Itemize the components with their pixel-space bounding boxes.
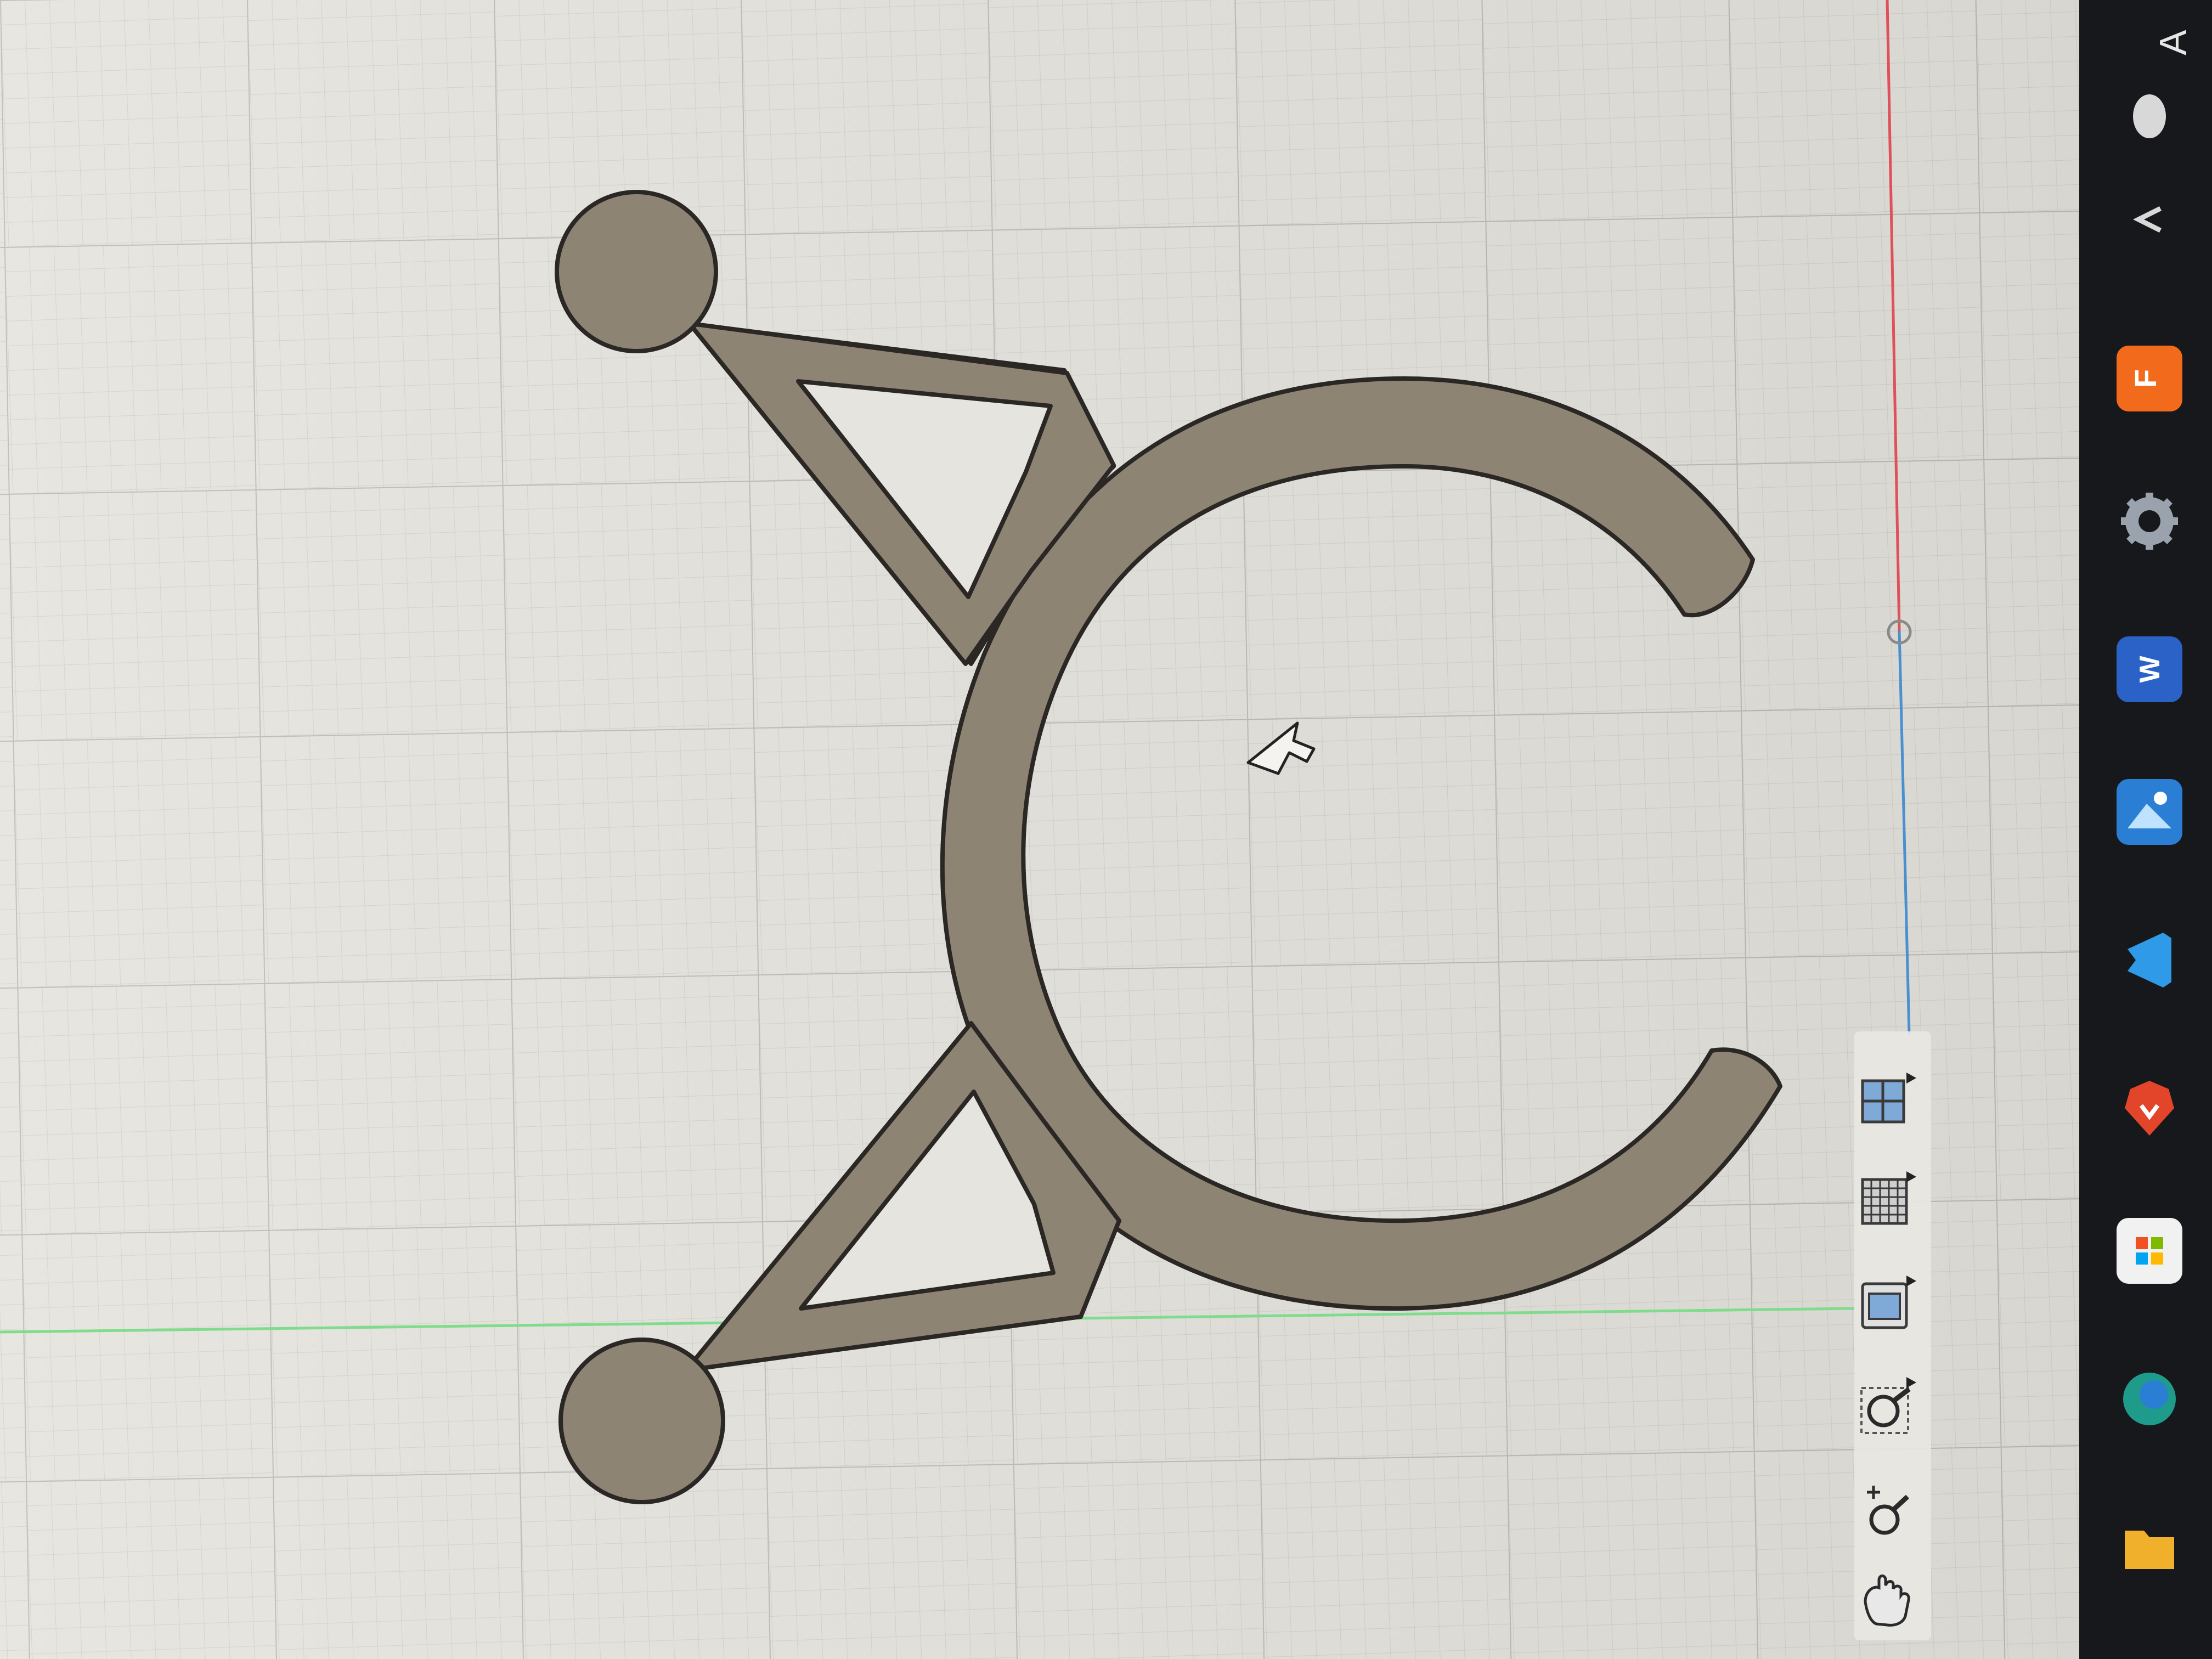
lower-knob[interactable] xyxy=(558,1338,725,1504)
zoom-button[interactable] xyxy=(1857,1481,1923,1542)
settings-gear-icon[interactable] xyxy=(2117,488,2182,554)
taskbar-partial-label: A xyxy=(2152,30,2194,55)
quad-view-icon xyxy=(1861,1073,1916,1124)
svg-text:W: W xyxy=(2134,656,2166,683)
screen-glare xyxy=(0,0,2079,1659)
fusion-360-icon[interactable]: F xyxy=(2117,346,2182,411)
file-explorer-icon[interactable] xyxy=(2117,1514,2182,1580)
vscode-icon[interactable] xyxy=(2117,927,2182,993)
mouse-cursor xyxy=(1246,721,1316,775)
zoom-icon xyxy=(1867,1486,1910,1535)
hand-pan-icon xyxy=(1864,1575,1910,1627)
microsoft-store-icon[interactable] xyxy=(2117,1218,2182,1284)
photos-icon[interactable] xyxy=(2117,779,2182,845)
grid-settings-button[interactable] xyxy=(1857,1169,1923,1229)
display-settings-button[interactable] xyxy=(1857,1273,1923,1333)
fusion-label: F xyxy=(2128,369,2163,388)
upper-knob[interactable] xyxy=(555,190,718,353)
word-icon[interactable]: W xyxy=(2117,636,2182,702)
zoom-window-button[interactable] xyxy=(1857,1377,1923,1437)
brave-icon[interactable] xyxy=(2117,1075,2182,1141)
grid-icon xyxy=(1861,1171,1916,1225)
zoom-window-icon xyxy=(1860,1377,1916,1434)
pan-button[interactable] xyxy=(1857,1569,1923,1629)
view-layout-button[interactable] xyxy=(1857,1070,1923,1130)
chevron-icon[interactable] xyxy=(2117,187,2182,252)
display-icon xyxy=(1861,1276,1916,1329)
edge-icon[interactable] xyxy=(2117,1366,2182,1432)
onedrive-icon[interactable] xyxy=(2117,82,2182,148)
